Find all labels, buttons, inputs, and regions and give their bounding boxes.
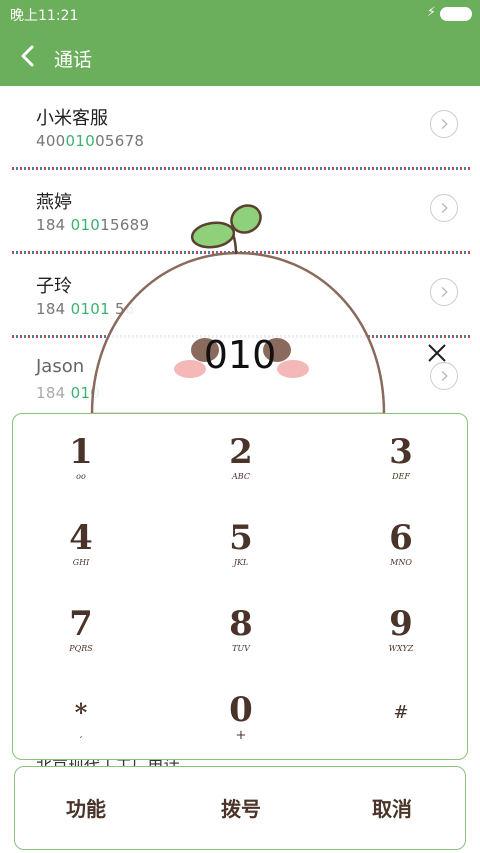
key-hash[interactable]: # — [326, 672, 476, 758]
dial-button[interactable]: 拨号 — [166, 793, 316, 822]
contact-number: 184 0101 56 — [36, 300, 135, 318]
status-bar: 晚上11:21 ⚡ — [0, 0, 480, 28]
page-title: 通话 — [54, 49, 93, 71]
chevron-right-icon[interactable] — [430, 194, 458, 222]
key-9[interactable]: 9 WXYZ — [326, 586, 476, 672]
cancel-button[interactable]: 取消 — [317, 793, 467, 822]
status-time: 晚上11:21 — [10, 8, 79, 24]
key-star[interactable]: *, — [6, 672, 156, 758]
key-0[interactable]: 0 + — [166, 672, 316, 758]
clear-x-icon[interactable] — [425, 341, 449, 365]
key-4[interactable]: 4 GHI — [6, 500, 156, 586]
dialed-number-display: 010 — [203, 333, 277, 377]
contact-name: 子玲 — [36, 276, 72, 297]
function-button[interactable]: 功能 — [11, 793, 161, 822]
key-1[interactable]: 1 oo — [6, 414, 156, 500]
contact-number: 184 010 — [36, 384, 101, 402]
chevron-right-icon[interactable] — [430, 278, 458, 306]
contact-row[interactable]: 小米客服 40001005678 — [0, 86, 480, 170]
key-6[interactable]: 6 MNO — [326, 500, 476, 586]
contact-name: 燕婷 — [36, 192, 72, 213]
back-arrow-icon[interactable] — [18, 44, 40, 68]
contact-number: 184 01015689 — [36, 216, 150, 234]
contact-row[interactable]: 燕婷 184 01015689 — [0, 170, 480, 254]
key-3[interactable]: 3 DEF — [326, 414, 476, 500]
key-5[interactable]: 5 JKL — [166, 500, 316, 586]
app-header: 通话 — [0, 28, 480, 86]
battery-icon — [440, 7, 472, 21]
contact-number: 40001005678 — [36, 132, 145, 150]
chevron-right-icon[interactable] — [430, 110, 458, 138]
key-8[interactable]: 8 TUV — [166, 586, 316, 672]
key-2[interactable]: 2 ABC — [166, 414, 316, 500]
dialer-action-bar: 功能 拨号 取消 — [14, 766, 466, 850]
charging-icon: ⚡ — [426, 5, 436, 20]
contact-row[interactable]: 子玲 184 0101 56 — [0, 254, 480, 338]
key-7[interactable]: 7 PQRS — [6, 586, 156, 672]
dial-keypad: 1 oo 2 ABC 3 DEF 4 GHI 5 JKL 6 MNO 7 PQRS 8 TUV … — [12, 413, 468, 760]
contact-name: 小米客服 — [36, 108, 108, 129]
